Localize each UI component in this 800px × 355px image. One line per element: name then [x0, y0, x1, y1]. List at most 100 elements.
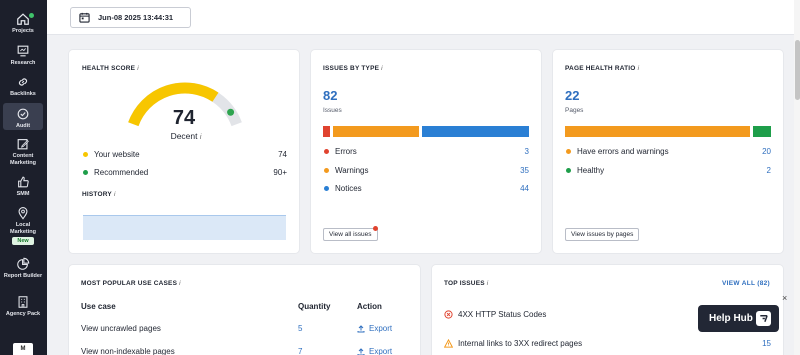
location-pin-icon: [18, 207, 28, 220]
legend-dot: [324, 149, 329, 154]
issues-by-type-card: ISSUES BY TYPE i 82 Issues Errors 3 Warni…: [311, 50, 541, 253]
sidebar-item-agency-pack[interactable]: Agency Pack: [3, 295, 43, 318]
pie-chart-icon: [17, 257, 30, 270]
issues-bar-segment-warnings[interactable]: [333, 126, 419, 137]
export-button[interactable]: Export: [357, 347, 392, 355]
top-issue-row[interactable]: Internal links to 3XX redirect pages: [444, 339, 582, 348]
top-issue-count[interactable]: 15: [762, 339, 771, 348]
sidebar-item-label: Report Builder: [3, 273, 43, 279]
help-hub-icon: [756, 311, 771, 326]
errors-warnings-count[interactable]: 20: [762, 147, 771, 156]
info-icon[interactable]: i: [638, 65, 640, 72]
history-title: HISTORY i: [82, 191, 116, 198]
legend-dot: [566, 168, 571, 173]
health-score-card: HEALTH SCORE i 74 Decent i Your website 7…: [69, 50, 299, 253]
legend-dot: [566, 149, 571, 154]
issue-row-notices: Notices: [324, 184, 362, 193]
date-picker-button[interactable]: Jun-08 2025 13:44:31: [70, 7, 191, 28]
date-label: Jun-08 2025 13:44:31: [98, 13, 174, 22]
info-icon[interactable]: i: [487, 280, 489, 287]
your-website-value: 74: [278, 150, 287, 159]
sidebar-item-label: SMM: [16, 191, 30, 197]
use-case-name: View uncrawled pages: [81, 324, 161, 333]
sidebar: Projects Research Backlinks Audit Conten…: [0, 0, 47, 355]
notification-dot: [29, 13, 34, 18]
info-icon[interactable]: i: [114, 191, 116, 198]
issues-bar-segment-errors[interactable]: [323, 126, 331, 137]
gauge-marker: [227, 108, 235, 116]
pages-total[interactable]: 22: [565, 88, 579, 103]
sidebar-item-smm[interactable]: SMM: [3, 175, 43, 198]
help-hub-button[interactable]: Help Hub: [698, 305, 779, 332]
issues-total[interactable]: 82: [323, 88, 337, 103]
page-row-errors-warnings: Have errors and warnings: [566, 147, 669, 156]
sidebar-item-label: Content Marketing: [10, 153, 36, 166]
sidebar-item-label: Agency Pack: [5, 311, 41, 317]
info-icon[interactable]: i: [137, 65, 139, 72]
calendar-icon: [79, 12, 90, 23]
legend-recommended: Recommended: [83, 168, 148, 177]
view-all-issues-button[interactable]: View all issues: [323, 228, 378, 241]
legend-dot: [83, 152, 88, 157]
research-icon: [17, 45, 29, 57]
sidebar-item-label: Local Marketing: [10, 222, 36, 235]
sidebar-item-label: Research: [10, 60, 36, 66]
page-scrollbar[interactable]: [794, 0, 800, 355]
view-issues-by-pages-button[interactable]: View issues by pages: [565, 228, 640, 241]
link-icon: [18, 78, 28, 86]
close-icon[interactable]: ×: [782, 293, 787, 303]
sidebar-item-label: Projects: [12, 28, 34, 34]
info-icon[interactable]: i: [381, 65, 383, 72]
history-chart[interactable]: [83, 215, 286, 240]
view-all-issues-link[interactable]: VIEW ALL (82): [722, 280, 770, 287]
home-icon: [17, 13, 29, 25]
pages-total-label: Pages: [565, 107, 584, 114]
legend-your-website: Your website: [83, 150, 140, 159]
scrollbar-thumb[interactable]: [795, 40, 800, 100]
sidebar-item-research[interactable]: Research: [3, 44, 43, 67]
column-header-quantity: Quantity: [298, 302, 331, 311]
issue-row-errors: Errors: [324, 147, 357, 156]
page-health-ratio-card: PAGE HEALTH RATIO i 22 Pages Have errors …: [553, 50, 783, 253]
page-row-healthy: Healthy: [566, 166, 604, 175]
new-badge: New: [12, 237, 34, 245]
legend-dot: [324, 168, 329, 173]
notification-dot: [373, 226, 378, 231]
health-score-value: 74: [172, 107, 196, 129]
top-bar: Jun-08 2025 13:44:31: [47, 0, 800, 35]
legend-dot: [83, 170, 88, 175]
use-case-name: View non-indexable pages: [81, 347, 175, 355]
errors-count[interactable]: 3: [525, 147, 529, 156]
export-icon: [357, 324, 365, 332]
warnings-count[interactable]: 35: [520, 166, 529, 175]
column-header-action: Action: [357, 302, 382, 311]
card-title: MOST POPULAR USE CASES i: [81, 280, 181, 287]
notices-count[interactable]: 44: [520, 184, 529, 193]
info-icon[interactable]: i: [179, 280, 181, 287]
sidebar-item-backlinks[interactable]: Backlinks: [3, 75, 43, 98]
healthy-count[interactable]: 2: [767, 166, 771, 175]
sidebar-item-audit[interactable]: Audit: [3, 103, 43, 130]
sidebar-item-projects[interactable]: Projects: [3, 12, 43, 35]
sidebar-item-label: Backlinks: [10, 91, 36, 97]
sidebar-item-report-builder[interactable]: Report Builder: [3, 257, 43, 280]
card-title: ISSUES BY TYPE i: [323, 65, 383, 72]
issues-stacked-bar: [323, 126, 529, 137]
pages-bar-segment-healthy[interactable]: [752, 126, 771, 137]
bottom-logo[interactable]: M: [13, 343, 33, 355]
warning-icon: [444, 339, 453, 348]
use-case-quantity[interactable]: 5: [298, 324, 302, 333]
top-issue-row[interactable]: 4XX HTTP Status Codes: [444, 310, 546, 319]
info-icon[interactable]: i: [200, 134, 202, 141]
pages-bar-segment-have-errors-and-warnings[interactable]: [565, 126, 750, 137]
issues-bar-segment-notices[interactable]: [421, 126, 529, 137]
sidebar-item-content-marketing[interactable]: Content Marketing: [3, 137, 43, 166]
card-title: TOP ISSUES i: [444, 280, 489, 287]
sidebar-item-local-marketing[interactable]: Local Marketing New: [3, 206, 43, 245]
recommended-value: 90+: [273, 168, 287, 177]
health-score-rating: Decent i: [170, 131, 202, 141]
use-case-quantity[interactable]: 7: [298, 347, 302, 355]
issue-row-warnings: Warnings: [324, 166, 369, 175]
export-button[interactable]: Export: [357, 324, 392, 333]
issues-total-label: Issues: [323, 107, 342, 114]
